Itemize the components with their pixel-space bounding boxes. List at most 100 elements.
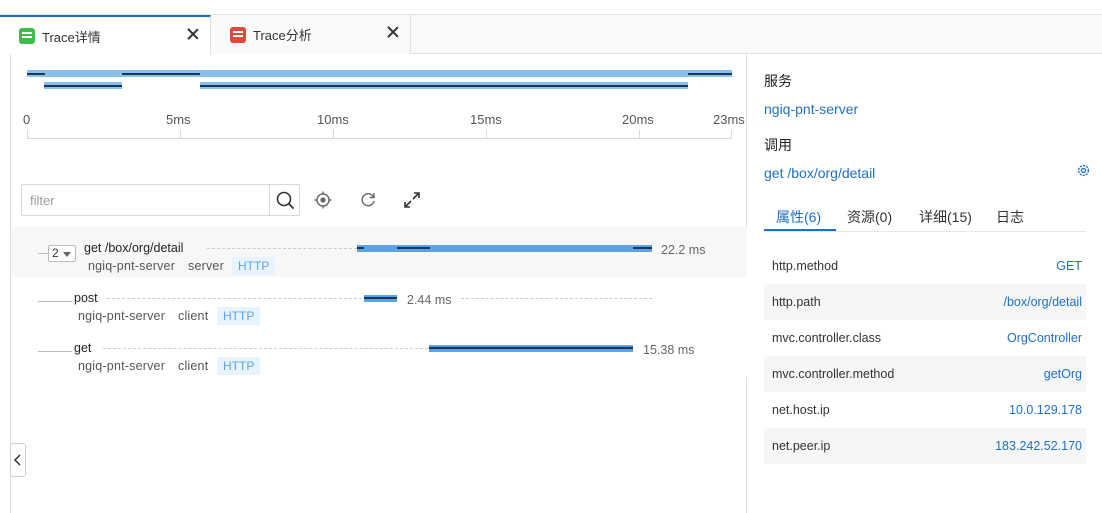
span-kind: client: [178, 359, 209, 373]
axis-line: [27, 138, 732, 139]
tick-mark: [639, 130, 640, 138]
tab-label: Trace详情: [42, 29, 101, 45]
attribute-value[interactable]: 10.0.129.178: [1009, 403, 1082, 417]
search-icon: [276, 191, 294, 209]
tree-connector: [38, 253, 48, 254]
span-name: get: [74, 341, 92, 355]
tree-connector: [38, 301, 72, 302]
locate-icon[interactable]: [313, 190, 333, 210]
minimap-line: [200, 85, 688, 87]
attribute-key: mvc.controller.class: [772, 331, 882, 345]
attribute-value[interactable]: /box/org/detail: [1003, 295, 1082, 309]
tab-trace-detail[interactable]: Trace详情: [0, 15, 211, 55]
time-axis: 0 5ms 10ms 15ms 20ms 23ms: [23, 112, 752, 142]
trace-timeline-panel: 0 5ms 10ms 15ms 20ms 23ms filter 2 get /…: [10, 54, 747, 513]
span-duration: 2.44 ms: [407, 293, 452, 307]
span-duration: 22.2 ms: [661, 243, 706, 257]
trace-detail-icon: [19, 28, 35, 44]
attribute-row: net.peer.ip 183.242.52.170: [764, 428, 1086, 464]
span-guide-line: [107, 298, 362, 299]
window-top-strip: [0, 0, 1102, 15]
span-guide-line: [103, 348, 428, 349]
tab-logs[interactable]: 日志: [996, 207, 1024, 227]
collapse-panel-button[interactable]: [10, 443, 26, 477]
attribute-row: http.path /box/org/detail: [764, 284, 1086, 320]
span-bar-segment: [397, 247, 430, 249]
protocol-tag: HTTP: [217, 307, 261, 325]
tick-mark: [333, 130, 334, 138]
minimap-line: [44, 85, 122, 87]
attribute-key: net.host.ip: [772, 403, 830, 417]
gear-icon[interactable]: [1076, 163, 1091, 178]
detail-tabs: 属性(6) 资源(0) 详细(15) 日志: [764, 204, 1086, 232]
active-tab-indicator: [764, 229, 836, 231]
span-kind: client: [178, 309, 209, 323]
expand-icon[interactable]: [402, 190, 422, 210]
tree-connector: [38, 351, 72, 352]
span-row-root[interactable]: 2 get /box/org/detail ngiq-pnt-server se…: [11, 227, 747, 277]
tick-label: 5ms: [166, 112, 191, 127]
span-service: ngiq-pnt-server: [88, 259, 176, 273]
tick-label: 10ms: [317, 112, 349, 127]
tab-details[interactable]: 详细(15): [919, 207, 972, 227]
tab-label: Trace分析: [253, 28, 312, 43]
minimap-line: [688, 73, 732, 75]
minimap-line: [27, 73, 45, 75]
tick-label: 20ms: [622, 112, 654, 127]
search-button[interactable]: [269, 184, 300, 216]
attribute-value[interactable]: OrgController: [1007, 331, 1082, 345]
refresh-icon[interactable]: [358, 190, 378, 210]
span-row-get[interactable]: get ngiq-pnt-server client HTTP 15.38 ms: [11, 327, 747, 377]
filter-input[interactable]: [21, 184, 271, 216]
protocol-tag: HTTP: [232, 257, 276, 275]
attribute-row: net.host.ip 10.0.129.178: [764, 392, 1086, 428]
chevron-left-icon: [13, 454, 21, 466]
tab-attributes[interactable]: 属性(6): [776, 207, 821, 227]
tick-label: 15ms: [470, 112, 502, 127]
service-value[interactable]: ngiq-pnt-server: [764, 101, 858, 117]
tick-mark: [486, 130, 487, 138]
span-bar-segment: [357, 247, 364, 249]
close-icon[interactable]: [186, 27, 200, 41]
tab-bar: Trace详情 Trace分析: [0, 15, 1102, 55]
span-detail-panel: 服务 ngiq-pnt-server 调用 get /box/org/detai…: [748, 54, 1102, 513]
call-value[interactable]: get /box/org/detail: [764, 165, 875, 181]
tick-label: 23ms: [713, 112, 745, 127]
span-guide-line: [461, 298, 652, 299]
tick-mark: [180, 130, 181, 138]
attribute-value[interactable]: getOrg: [1044, 367, 1082, 381]
tab-trace-analysis[interactable]: Trace分析: [211, 15, 411, 54]
span-row-post[interactable]: post ngiq-pnt-server client HTTP 2.44 ms: [11, 277, 747, 327]
trace-analysis-icon: [230, 26, 246, 43]
tick-mark: [731, 130, 732, 138]
attribute-row: mvc.controller.method getOrg: [764, 356, 1086, 392]
span-name: get /box/org/detail: [84, 241, 184, 255]
attribute-key: net.peer.ip: [772, 439, 831, 453]
span-bar-segment: [364, 297, 397, 299]
attribute-value[interactable]: 183.242.52.170: [995, 439, 1082, 453]
protocol-tag: HTTP: [217, 357, 261, 375]
span-bar-segment: [429, 347, 633, 349]
span-guide-line: [207, 248, 357, 249]
span-service: ngiq-pnt-server: [78, 309, 166, 323]
span-name: post: [74, 291, 98, 305]
service-label: 服务: [764, 73, 792, 89]
attribute-row: mvc.controller.class OrgController: [764, 320, 1086, 356]
tab-resources[interactable]: 资源(0): [847, 207, 892, 227]
attribute-key: http.method: [772, 259, 839, 273]
tick-mark: [27, 130, 28, 138]
tick-label: 0: [23, 112, 31, 127]
call-label: 调用: [764, 137, 792, 153]
span-bar-segment: [633, 247, 652, 249]
span-duration: 15.38 ms: [643, 343, 695, 357]
span-service: ngiq-pnt-server: [78, 359, 166, 373]
close-icon[interactable]: [386, 25, 400, 39]
trace-minimap[interactable]: [27, 70, 732, 92]
span-kind: server: [188, 259, 224, 273]
minimap-line: [122, 73, 200, 75]
child-count-toggle[interactable]: 2: [48, 245, 76, 262]
attribute-key: http.path: [772, 295, 821, 309]
attribute-key: mvc.controller.method: [772, 367, 895, 381]
attribute-row: http.method GET: [764, 248, 1086, 284]
attribute-value[interactable]: GET: [1056, 259, 1082, 273]
